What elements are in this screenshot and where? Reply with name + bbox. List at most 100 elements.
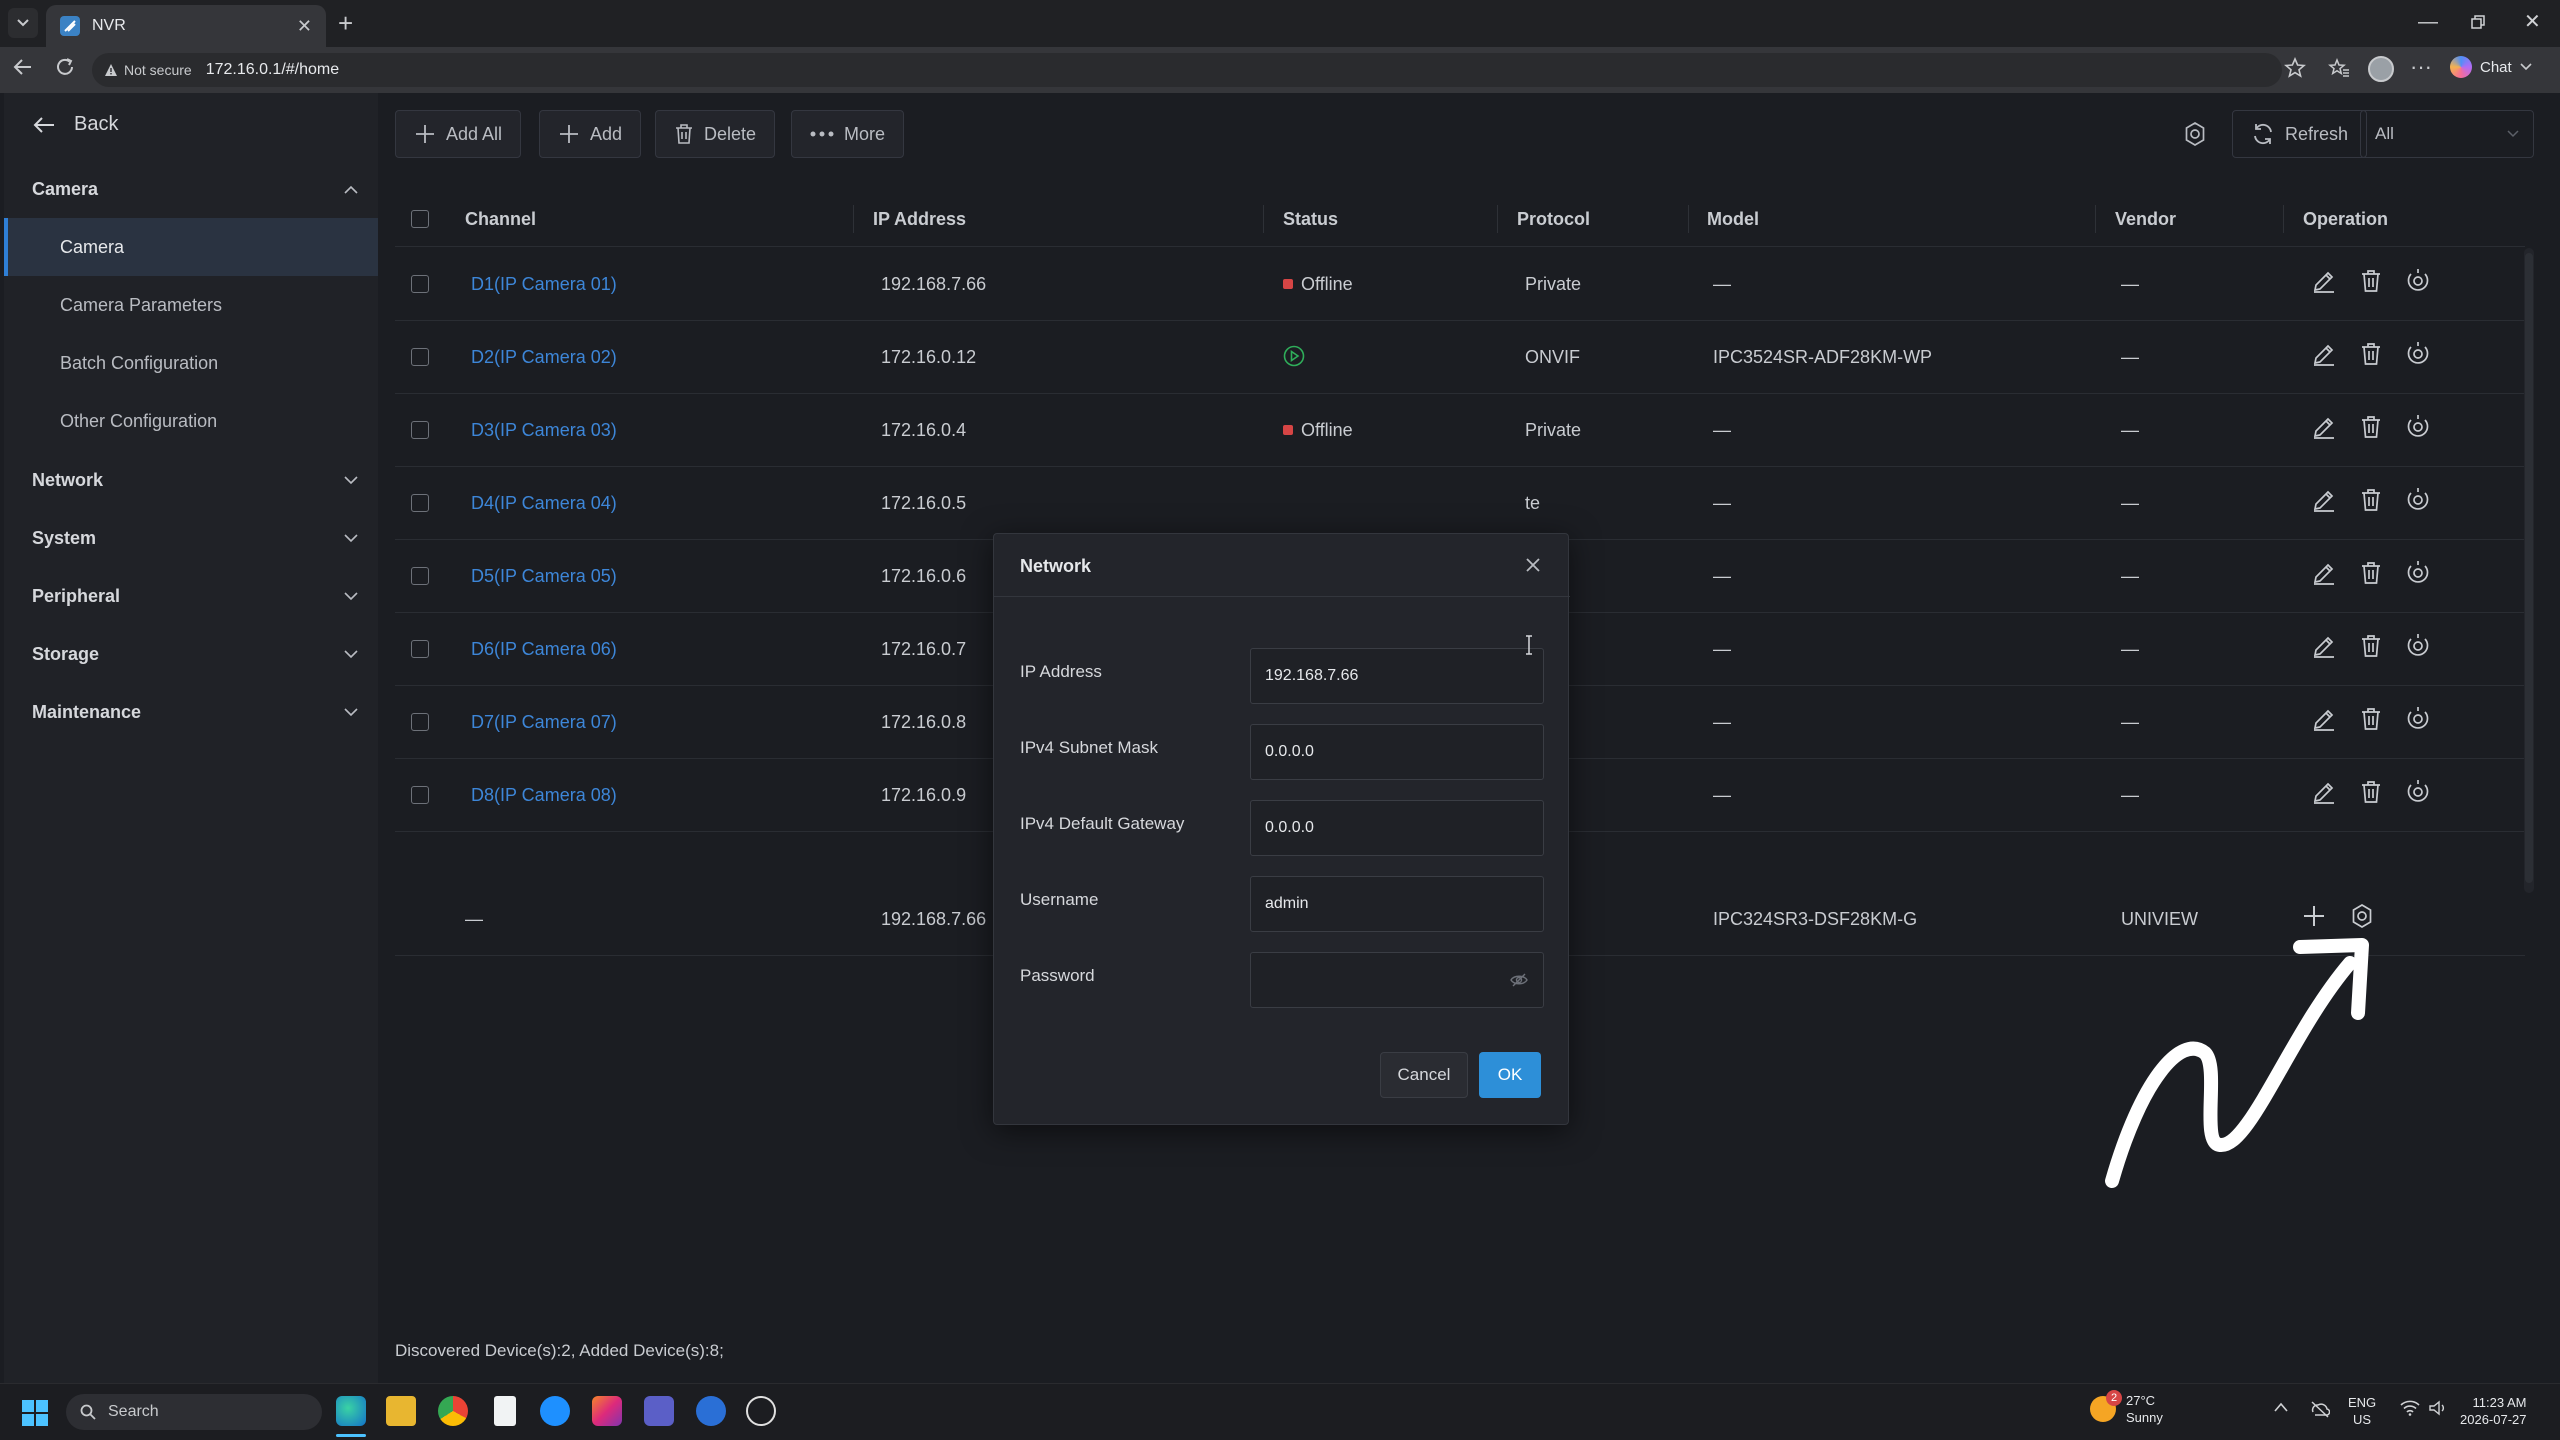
reset-icon[interactable] — [2405, 706, 2431, 732]
instagram-icon[interactable] — [592, 1396, 622, 1426]
edit-icon[interactable] — [2311, 414, 2337, 440]
channel-link[interactable]: D7(IP Camera 07) — [471, 712, 617, 733]
app-icon-2[interactable] — [746, 1396, 776, 1426]
edit-icon[interactable] — [2311, 779, 2337, 805]
row-checkbox[interactable] — [411, 494, 429, 512]
edit-icon[interactable] — [2311, 560, 2337, 586]
more-menu-icon[interactable]: ··· — [2410, 54, 2432, 80]
star-icon[interactable] — [2284, 57, 2306, 79]
messenger-icon[interactable] — [540, 1396, 570, 1426]
trash-icon[interactable] — [2359, 414, 2383, 440]
column-channel[interactable]: Channel — [465, 209, 536, 230]
reset-icon[interactable] — [2405, 341, 2431, 367]
sidebar-item-camera-parameters[interactable]: Camera Parameters — [4, 276, 378, 334]
trash-icon[interactable] — [2359, 779, 2383, 805]
sidebar-group-system[interactable]: System — [4, 509, 378, 567]
tab-close-icon[interactable]: ✕ — [297, 16, 312, 37]
reset-icon[interactable] — [2405, 414, 2431, 440]
select-all-checkbox[interactable] — [411, 210, 429, 228]
trash-icon[interactable] — [2359, 341, 2383, 367]
channel-link[interactable]: D1(IP Camera 01) — [471, 274, 617, 295]
sidebar-group-peripheral[interactable]: Peripheral — [4, 567, 378, 625]
channel-link[interactable]: D3(IP Camera 03) — [471, 420, 617, 441]
wifi-icon[interactable] — [2400, 1400, 2420, 1416]
channel-link[interactable]: D2(IP Camera 02) — [471, 347, 617, 368]
column-model[interactable]: Model — [1707, 209, 1759, 230]
edge-icon[interactable] — [336, 1396, 366, 1426]
subnet-mask-input[interactable] — [1250, 724, 1544, 780]
language-indicator[interactable]: ENG US — [2348, 1394, 2376, 1428]
reset-icon[interactable] — [2405, 779, 2431, 805]
trash-icon[interactable] — [2359, 268, 2383, 294]
channel-link[interactable]: D4(IP Camera 04) — [471, 493, 617, 514]
sidebar-group-maintenance[interactable]: Maintenance — [4, 683, 378, 741]
ip-address-input[interactable] — [1250, 648, 1544, 704]
cancel-button[interactable]: Cancel — [1380, 1052, 1468, 1098]
weather-widget[interactable]: 2 27°C Sunny — [2090, 1390, 2163, 1426]
edit-icon[interactable] — [2311, 268, 2337, 294]
ok-button[interactable]: OK — [1479, 1052, 1541, 1098]
row-checkbox[interactable] — [411, 348, 429, 366]
restore-icon[interactable] — [2470, 10, 2486, 30]
file-explorer-icon[interactable] — [386, 1396, 416, 1426]
channel-link[interactable]: D8(IP Camera 08) — [471, 785, 617, 806]
reload-icon[interactable] — [54, 56, 76, 78]
edit-icon[interactable] — [2311, 487, 2337, 513]
reset-icon[interactable] — [2405, 633, 2431, 659]
row-checkbox[interactable] — [411, 640, 429, 658]
new-tab-button[interactable]: + — [338, 10, 353, 36]
channel-link[interactable]: D6(IP Camera 06) — [471, 639, 617, 660]
row-checkbox[interactable] — [411, 421, 429, 439]
sync-off-icon[interactable] — [2310, 1400, 2330, 1418]
column-status[interactable]: Status — [1283, 209, 1338, 230]
edit-icon[interactable] — [2311, 706, 2337, 732]
settings-gear-icon[interactable] — [2182, 121, 2208, 147]
taskbar-search[interactable]: Search — [66, 1394, 322, 1430]
column-vendor[interactable]: Vendor — [2115, 209, 2176, 230]
trash-icon[interactable] — [2359, 706, 2383, 732]
back-button[interactable]: Back — [32, 113, 118, 136]
reset-icon[interactable] — [2405, 268, 2431, 294]
chevron-up-icon[interactable] — [2274, 1402, 2288, 1412]
trash-icon[interactable] — [2359, 560, 2383, 586]
dialog-close-icon[interactable] — [1524, 556, 1542, 574]
minimize-icon[interactable]: — — [2418, 10, 2438, 34]
row-checkbox[interactable] — [411, 713, 429, 731]
refresh-button[interactable]: Refresh — [2232, 110, 2368, 158]
row-checkbox[interactable] — [411, 567, 429, 585]
sidebar-group-network[interactable]: Network — [4, 451, 378, 509]
trash-icon[interactable] — [2359, 633, 2383, 659]
column-ip-address[interactable]: IP Address — [873, 209, 966, 230]
window-close-icon[interactable]: ✕ — [2524, 10, 2541, 34]
row-checkbox[interactable] — [411, 786, 429, 804]
browser-tab[interactable]: NVR ✕ — [46, 5, 326, 47]
more-button[interactable]: More — [791, 110, 905, 158]
eye-hidden-icon[interactable] — [1510, 972, 1528, 988]
add-all-button[interactable]: Add All — [395, 110, 522, 158]
teams-icon[interactable] — [644, 1396, 674, 1426]
reset-icon[interactable] — [2405, 487, 2431, 513]
sidebar-group-storage[interactable]: Storage — [4, 625, 378, 683]
table-scrollbar-thumb[interactable] — [2525, 253, 2533, 883]
delete-button[interactable]: Delete — [655, 110, 776, 158]
sidebar-item-batch-configuration[interactable]: Batch Configuration — [4, 334, 378, 392]
notepad-icon[interactable] — [494, 1396, 516, 1426]
reset-icon[interactable] — [2405, 560, 2431, 586]
not-secure-label[interactable]: Not secure — [124, 62, 192, 78]
profile-avatar[interactable] — [2368, 56, 2394, 82]
system-clock[interactable]: 11:23 AM 2026-07-27 — [2460, 1394, 2527, 1428]
add-button[interactable]: Add — [539, 110, 642, 158]
password-input[interactable] — [1250, 952, 1544, 1008]
sidebar-item-other-configuration[interactable]: Other Configuration — [4, 392, 378, 450]
filter-select[interactable]: All — [2360, 110, 2534, 158]
edit-icon[interactable] — [2311, 633, 2337, 659]
column-protocol[interactable]: Protocol — [1517, 209, 1590, 230]
chat-button[interactable]: Chat — [2450, 56, 2532, 78]
favorites-icon[interactable] — [2328, 57, 2350, 79]
volume-icon[interactable] — [2428, 1400, 2448, 1416]
username-input[interactable] — [1250, 876, 1544, 932]
app-icon[interactable] — [696, 1396, 726, 1426]
edit-icon[interactable] — [2311, 341, 2337, 367]
url-text[interactable]: 172.16.0.1/#/home — [206, 61, 339, 79]
row-checkbox[interactable] — [411, 275, 429, 293]
